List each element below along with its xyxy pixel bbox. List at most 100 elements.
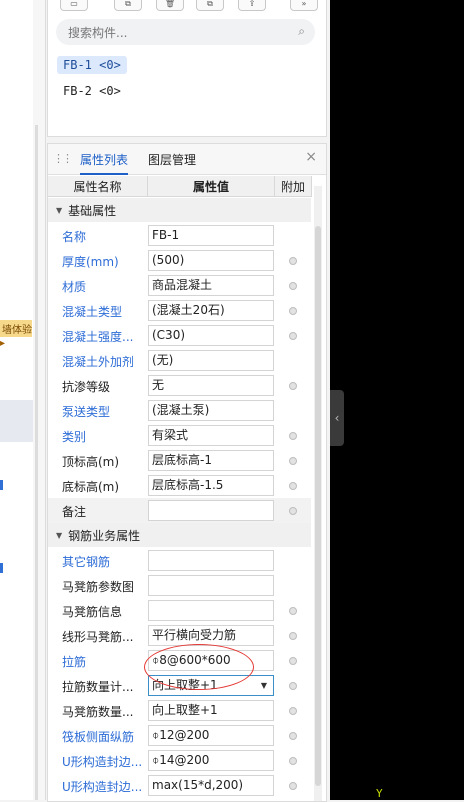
extra-toggle-icon[interactable] [289,457,297,465]
collapse-triangle-icon[interactable]: ▼ [56,531,62,540]
property-value: 向上取整+1 [152,703,218,717]
new-icon[interactable]: ▭ [60,0,88,11]
extra-toggle-icon[interactable] [289,257,297,265]
property-value: (C30) [152,328,186,342]
collapse-triangle-icon[interactable]: ▼ [56,206,62,215]
scrollbar-thumb[interactable] [315,226,321,786]
left-navigation-strip: 墙体验 ▸ [0,0,46,800]
extra-toggle-icon[interactable] [289,432,297,440]
property-value: 平行横向受力筋 [152,628,237,642]
tab-property-list[interactable]: 属性列表 [80,151,129,175]
property-row: 材质 商品混凝土 [48,273,311,298]
search-icon[interactable]: ⌕ [298,24,305,39]
property-value-field[interactable]: ⌽12@200 [148,725,274,746]
extra-toggle-icon[interactable] [289,707,297,715]
annotation-circle [144,644,254,690]
property-row: 筏板侧面纵筋 ⌽12@200 [48,723,311,748]
property-value-field[interactable]: (无) [148,350,274,371]
property-value-field[interactable]: 层底标高-1.5 [148,475,274,496]
left-blue-marker [0,563,3,573]
extra-toggle-icon[interactable] [289,332,297,340]
extra-toggle-icon[interactable] [289,782,297,790]
property-value: FB-1 [152,228,180,242]
extra-toggle-icon[interactable] [289,507,297,515]
extra-toggle-icon[interactable] [289,382,297,390]
column-header-value: 属性值 [148,176,275,197]
search-box[interactable]: ⌕ [56,19,315,45]
close-icon[interactable]: × [305,149,317,165]
property-row: 名称 FB-1 [48,223,311,248]
copy-icon[interactable]: ⧉ [114,0,142,11]
property-value-field[interactable]: 向上取整+1 [148,700,274,721]
left-tag[interactable]: 墙体验 [0,320,32,337]
drawing-canvas[interactable] [330,0,464,800]
drag-handle-icon[interactable]: ⋮⋮ [53,152,73,165]
extra-toggle-icon[interactable] [289,632,297,640]
extra-toggle-icon[interactable] [289,482,297,490]
property-value: max(15*d,200) [152,778,244,792]
property-value-field[interactable]: (500) [148,250,274,271]
property-value-field[interactable]: 商品混凝土 [148,275,274,296]
left-splitter[interactable] [35,125,38,800]
extract-icon[interactable]: ⇪ [238,0,266,11]
property-value-field[interactable] [148,500,274,521]
property-name: 马凳筋参数图 [62,580,135,594]
property-row: 泵送类型 (混凝土泵) [48,398,311,423]
tab-layer-management[interactable]: 图层管理 [148,151,196,168]
column-header-name: 属性名称 [48,176,148,197]
property-panel: ⋮⋮ 属性列表 图层管理 × 属性名称 属性值 附加 ▼ 基础属性 名称 FB-1 厚度… [47,143,327,802]
search-input[interactable] [66,23,280,43]
property-name: U形构造封边... [62,755,143,769]
property-name: 备注 [62,505,87,519]
extra-toggle-icon[interactable] [289,682,297,690]
property-group[interactable]: ▼ 钢筋业务属性 [48,523,311,547]
property-value-field[interactable]: 层底标高-1 [148,450,274,471]
property-value-field[interactable]: (混凝土泵) [148,400,274,421]
property-value-field[interactable]: 有梁式 [148,425,274,446]
extra-toggle-icon[interactable] [289,307,297,315]
property-value-field[interactable]: 平行横向受力筋 [148,625,274,646]
property-scrollbar[interactable] [314,186,322,801]
column-header-extra: 附加 [275,176,312,197]
property-value-field[interactable] [148,575,274,596]
property-name: 混凝土外加剂 [62,355,135,369]
property-name: 马凳筋数量... [62,705,134,719]
delete-icon[interactable]: 🗑 [156,0,184,11]
extra-toggle-icon[interactable] [289,757,297,765]
layer-copy-icon[interactable]: ⧉ [196,0,224,11]
chevron-left-icon: ‹ [334,411,340,425]
property-value-field[interactable]: ⌽14@200 [148,750,274,771]
property-row: 混凝土外加剂 (无) [48,348,311,373]
property-row: 其它钢筋 [48,548,311,573]
property-value-field[interactable]: FB-1 [148,225,274,246]
property-value-field[interactable]: 无 [148,375,274,396]
property-value: 层底标高-1 [152,453,212,467]
left-blue-marker [0,480,3,490]
property-name: 底标高(m) [62,480,120,494]
property-name: 马凳筋信息 [62,605,123,619]
left-selected-item[interactable] [0,400,33,442]
property-row: 马凳筋信息 [48,598,311,623]
property-group[interactable]: ▼ 基础属性 [48,198,311,222]
collapse-panel-button[interactable]: ‹ [330,390,344,446]
more-icon[interactable]: » [290,0,318,11]
extra-toggle-icon[interactable] [289,657,297,665]
property-value-field[interactable]: (C30) [148,325,274,346]
property-row: 顶标高(m) 层底标高-1 [48,448,311,473]
property-value-field[interactable]: (混凝土20石) [148,300,274,321]
expand-arrow-icon[interactable]: ▸ [0,338,5,349]
property-name: 厚度(mm) [62,255,119,269]
property-value: 无 [152,378,165,392]
property-value-field[interactable] [148,550,274,571]
property-value-field[interactable]: max(15*d,200) [148,775,274,796]
property-row: U形构造封边... ⌽14@200 [48,748,311,773]
component-item-fb-2[interactable]: FB-2 <0> [57,82,127,100]
property-row: 底标高(m) 层底标高-1.5 [48,473,311,498]
extra-toggle-icon[interactable] [289,607,297,615]
chevron-down-icon[interactable]: ▼ [261,676,267,695]
property-value-field[interactable] [148,600,274,621]
property-value: (混凝土泵) [152,403,210,417]
extra-toggle-icon[interactable] [289,282,297,290]
extra-toggle-icon[interactable] [289,732,297,740]
component-item-fb-1[interactable]: FB-1 <0> [57,56,127,74]
